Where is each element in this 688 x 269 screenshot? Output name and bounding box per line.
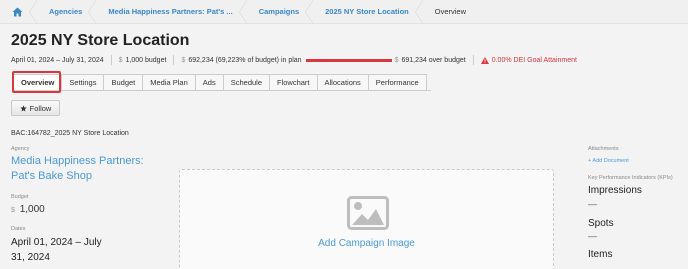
dates-label: Dates: [11, 226, 26, 232]
budget-value: 1,000: [19, 204, 45, 215]
campaign-image-dropzone[interactable]: Add Campaign Image: [179, 169, 554, 269]
crumb-campaign[interactable]: 2025 NY Store Location: [313, 0, 423, 24]
over-budget-bar: [305, 58, 392, 62]
crumb-agency[interactable]: Media Happiness Partners: Pat's ...: [96, 0, 248, 24]
divider: [110, 55, 112, 65]
kpi-label: Key Performance Indicators (KPIs): [588, 175, 673, 181]
dates-value: April 01, 2024 – July 31, 2024: [11, 237, 102, 263]
tab-schedule[interactable]: Schedule: [223, 74, 270, 90]
agency-link[interactable]: Media Happiness Partners: Pat's Bake Sho…: [11, 154, 151, 184]
kpi-impressions: Impressions: [588, 185, 642, 196]
tab-performance[interactable]: Performance: [368, 74, 427, 90]
tab-ads[interactable]: Ads: [195, 74, 224, 90]
tab-allocations[interactable]: Allocations: [317, 74, 369, 90]
add-document-link[interactable]: + Add Document: [588, 158, 629, 164]
image-icon: [347, 196, 389, 230]
tab-settings[interactable]: Settings: [62, 74, 105, 90]
campaign-meta: April 01, 2024 – July 31, 2024 $ 1,000 b…: [11, 55, 577, 65]
tab-highlight-outline: [12, 71, 61, 93]
crumb-agencies[interactable]: Agencies: [37, 0, 97, 24]
divider: [173, 55, 175, 65]
divider: [472, 55, 474, 65]
agency-label: Agency: [11, 146, 30, 152]
meta-budget: 1,000 budget: [125, 56, 167, 64]
page-title: 2025 NY Store Location: [11, 32, 190, 49]
crumb-current: Overview: [434, 7, 467, 16]
kpi-spots: Spots: [588, 218, 614, 229]
meta-dates: April 01, 2024 – July 31, 2024: [11, 56, 104, 64]
budget-value-row: $ 1,000: [11, 204, 45, 215]
meta-in-plan: 692,234 (69,223% of budget) in plan: [188, 56, 302, 64]
bac-code: BAC:164782_2025 NY Store Location: [11, 130, 129, 137]
currency-symbol: $: [11, 207, 15, 214]
currency-symbol: $: [394, 56, 399, 64]
crumb-campaigns[interactable]: Campaigns: [247, 0, 314, 24]
breadcrumb: Agencies Media Happiness Partners: Pat's…: [0, 0, 688, 24]
dei-warning: 0.00% DEI Goal Attainment: [480, 56, 577, 64]
star-icon: [20, 104, 27, 111]
tab-budget[interactable]: Budget: [104, 74, 144, 90]
follow-label: Follow: [29, 103, 52, 113]
attachments-label: Attachments: [588, 146, 619, 152]
tab-media-plan[interactable]: Media Plan: [143, 74, 196, 90]
dei-text: 0.00% DEI Goal Attainment: [491, 56, 577, 64]
follow-button[interactable]: Follow: [11, 100, 60, 116]
currency-symbol: $: [181, 56, 186, 64]
kpi-impressions-value: —: [588, 199, 597, 209]
budget-label: Budget: [11, 194, 29, 200]
kpi-items: Items: [588, 249, 613, 260]
home-icon: [12, 7, 23, 16]
tab-bar: Overview Settings Budget Media Plan Ads …: [13, 74, 431, 91]
currency-symbol: $: [118, 56, 123, 64]
tab-flowchart[interactable]: Flowchart: [270, 74, 318, 90]
add-campaign-image-link[interactable]: Add Campaign Image: [180, 238, 553, 249]
meta-over-budget: 691,234 over budget: [401, 56, 466, 64]
home-crumb[interactable]: [0, 0, 37, 24]
warning-icon: [480, 56, 489, 64]
kpi-spots-value: —: [588, 231, 597, 241]
